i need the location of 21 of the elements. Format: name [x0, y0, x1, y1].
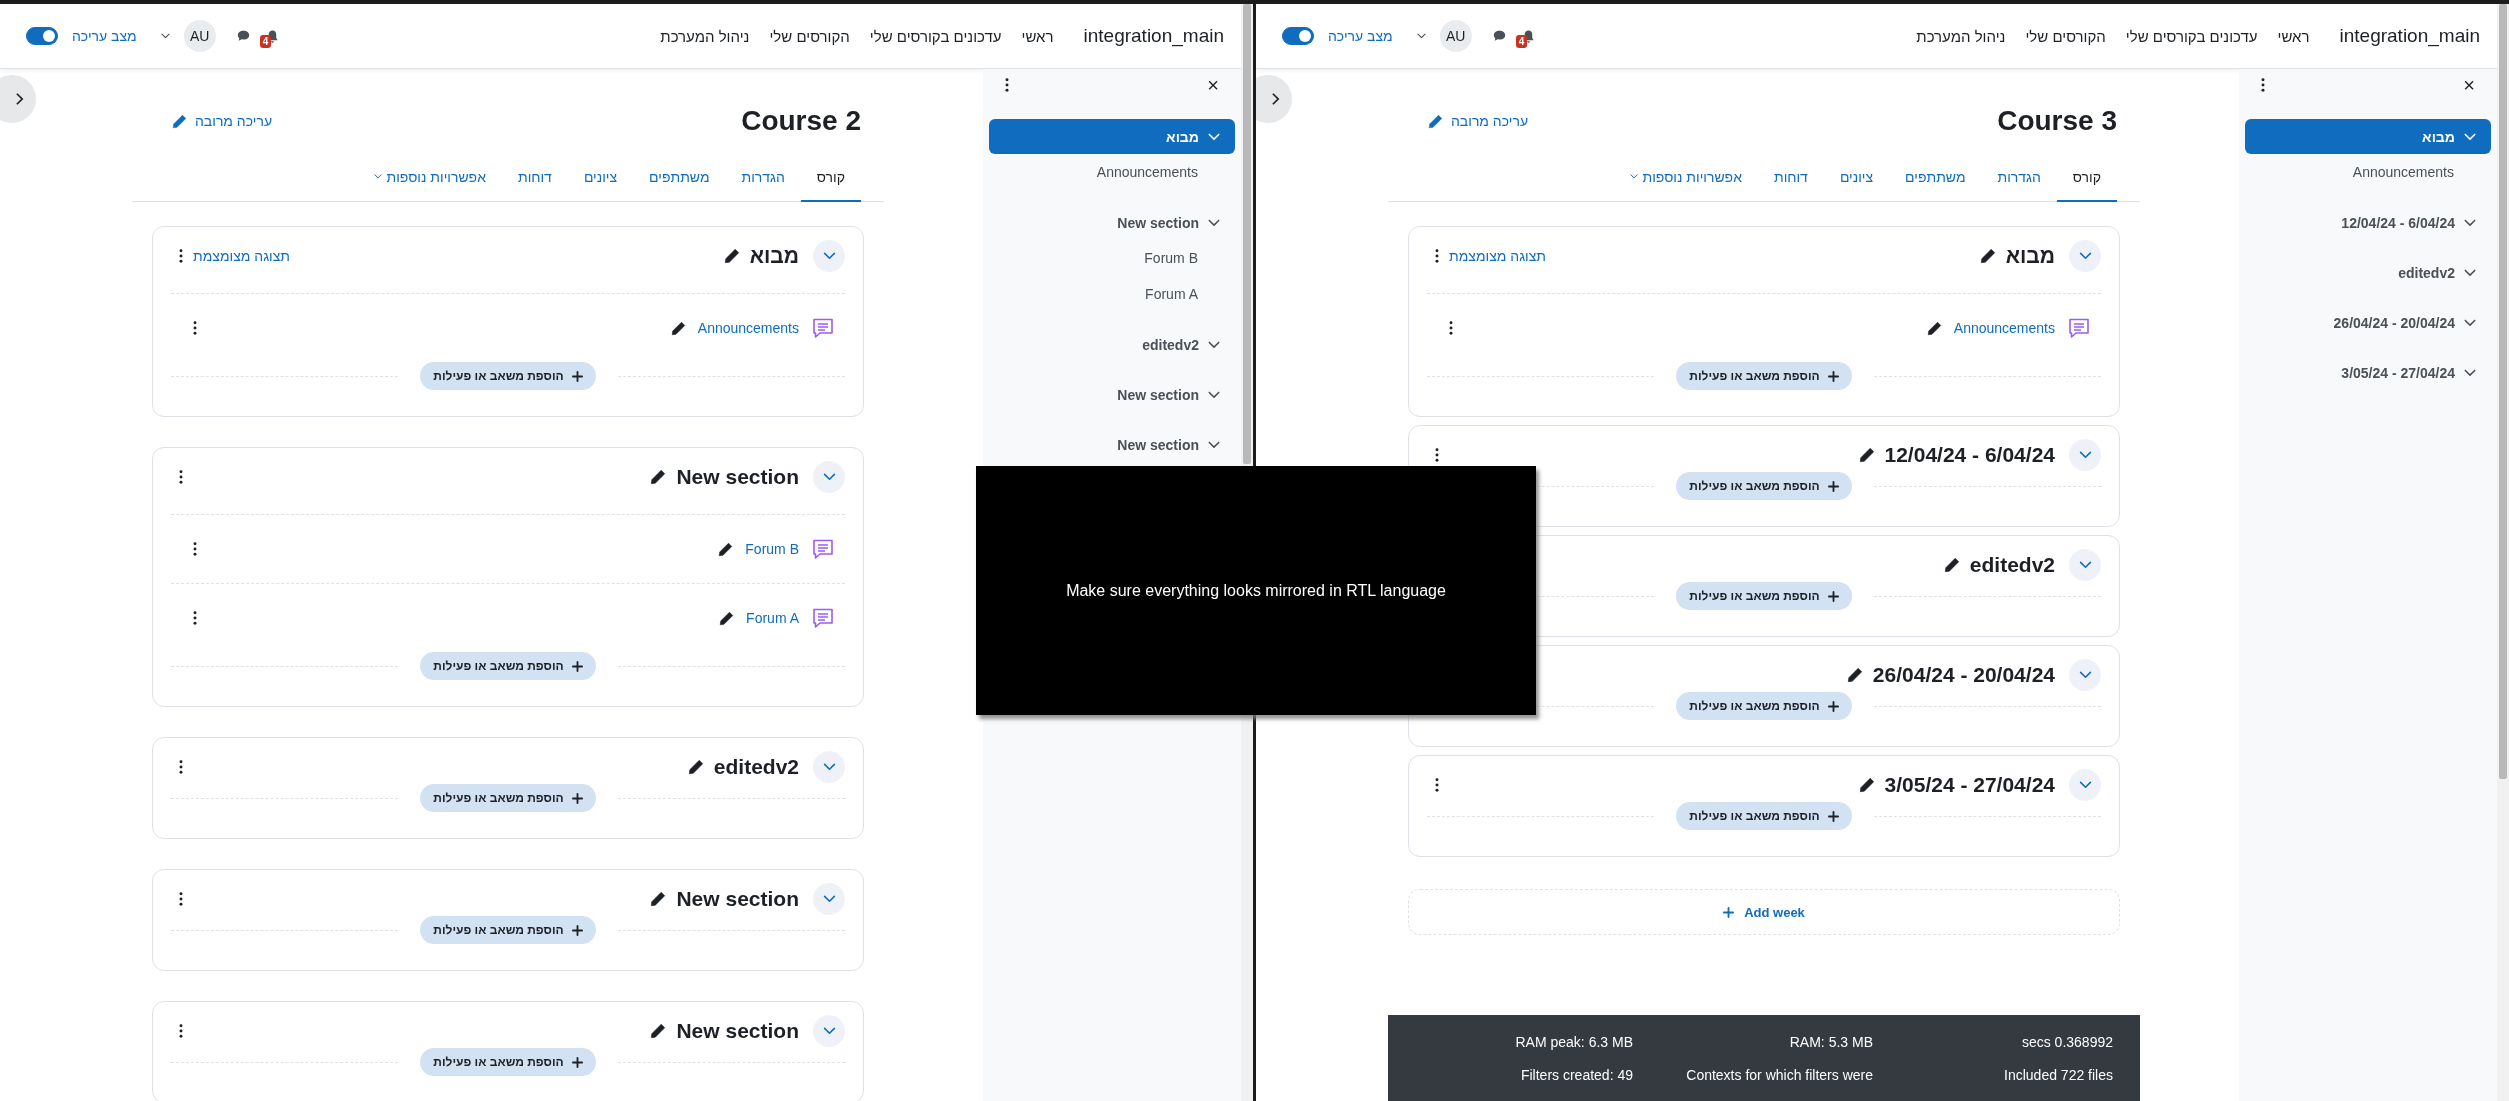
footer-stat: Contexts for which filters were	[1685, 1066, 1873, 1083]
section-title: 26/04/24 - 20/04/24	[1872, 663, 2055, 687]
footer-stat: Included 722 files	[2003, 1066, 2113, 1083]
section-title: 12/04/24 - 6/04/24	[1884, 443, 2055, 467]
course-title: Course 3	[1997, 105, 2117, 137]
section-title: New section	[676, 465, 799, 489]
footer-stat: RAM: 5.3 MB	[1788, 1033, 1873, 1050]
footer-stat: Filters created: 49	[1519, 1066, 1633, 1083]
section-title: editedv2	[713, 755, 799, 779]
message-dialog: Make sure everything looks mirrored in RTL language	[976, 466, 1536, 715]
section-title: New section	[676, 887, 799, 911]
footer-stat: RAM peak: 6.3 MB	[1514, 1033, 1633, 1050]
section-title: editedv2	[1969, 553, 2055, 577]
notification-badge: 4	[259, 34, 272, 48]
section-title: 3/05/24 - 27/04/24	[1884, 773, 2055, 797]
course-title: Course 2	[741, 105, 861, 137]
notification-badge: 4	[1515, 34, 1528, 48]
footer-stat: secs 0.368992	[2020, 1033, 2113, 1050]
section-title: New section	[676, 1019, 799, 1043]
section-title: מבוא	[2005, 244, 2055, 268]
section-title: מבוא	[749, 244, 799, 268]
